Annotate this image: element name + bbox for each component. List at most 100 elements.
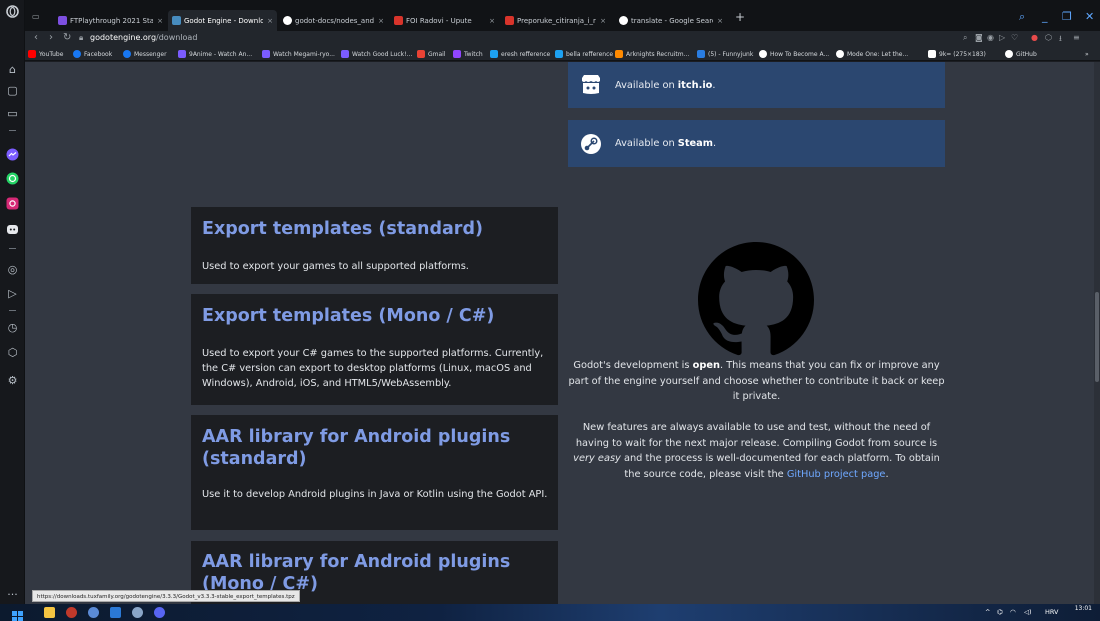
tab-1[interactable]: Godot Engine - Download ×	[168, 10, 277, 31]
whatsapp-icon[interactable]	[5, 171, 20, 186]
steam-button[interactable]: Available on Steam.	[568, 120, 945, 167]
bookmarks-more-button[interactable]: »	[1085, 49, 1089, 59]
bookmark-arknights[interactable]: Arknights Recruitm...	[615, 49, 689, 59]
tab-manager-icon[interactable]: ▭	[32, 12, 40, 21]
bookmark-modeone[interactable]: Mode One: Let the...	[836, 49, 908, 59]
network-icon[interactable]: ⌬	[997, 608, 1003, 616]
messenger-icon[interactable]	[5, 147, 20, 162]
chat-icon[interactable]: ▭	[5, 106, 20, 121]
tab-3[interactable]: FOI Radovi - Upute ×	[390, 10, 499, 31]
bookmark-heart-icon[interactable]: ♡	[1011, 33, 1018, 42]
more-icon[interactable]: ···	[5, 587, 20, 602]
tab-close-icon[interactable]: ×	[713, 17, 723, 25]
bookmark-bella[interactable]: bella refference	[555, 49, 613, 59]
download-aar-standard[interactable]: AAR library for Android plugins (standar…	[191, 415, 558, 530]
bookmark-9anime[interactable]: 9Anime - Watch An...	[178, 49, 252, 59]
download-export-templates-mono[interactable]: Export templates (Mono / C#) Used to exp…	[191, 294, 558, 405]
bookmark-howto[interactable]: How To Become A...	[759, 49, 829, 59]
arknights-icon	[615, 50, 623, 58]
instagram-icon[interactable]	[5, 196, 20, 211]
search-tabs-icon[interactable]: ⌕	[1019, 10, 1025, 24]
twitter-icon	[490, 50, 498, 58]
github-project-link[interactable]: GitHub project page	[787, 469, 886, 480]
godot-favicon-icon	[172, 16, 181, 25]
file-icon	[928, 50, 936, 58]
opera-menu-icon[interactable]	[5, 4, 20, 19]
bookmark-github[interactable]: GitHub	[1005, 49, 1037, 59]
bookmark-megami[interactable]: Watch Megami-ryo...	[262, 49, 335, 59]
itchio-button[interactable]: Available on itch.io.	[568, 62, 945, 108]
settings-icon[interactable]: ⚙	[5, 373, 20, 388]
tray-expand-icon[interactable]: ^	[985, 608, 990, 616]
tab-close-icon[interactable]: ×	[263, 17, 273, 25]
bookmark-goodluck[interactable]: Watch Good Luck!...	[341, 49, 412, 59]
extensions-icon[interactable]: ⬡	[1045, 33, 1052, 42]
github-logo-icon	[698, 242, 814, 356]
download-title: AAR library for Android plugins (Mono / …	[202, 552, 511, 594]
bookmark-label: bella refference	[566, 50, 614, 58]
page-scrollbar[interactable]	[1094, 62, 1100, 604]
github-icon	[1005, 50, 1013, 58]
text-segment: .	[885, 468, 889, 480]
godot-taskbar-icon[interactable]	[132, 607, 143, 618]
extension-icon[interactable]: ●	[1031, 33, 1038, 42]
bookmark-messenger[interactable]: Messenger	[123, 49, 167, 59]
scrollbar-thumb[interactable]	[1095, 292, 1099, 382]
back-icon[interactable]: ‹	[34, 32, 38, 43]
flow-icon[interactable]: ▷	[5, 286, 20, 301]
bookmark-facebook[interactable]: Facebook	[73, 49, 112, 59]
wifi-icon[interactable]: ◠	[1010, 608, 1016, 616]
download-export-templates-standard[interactable]: Export templates (standard) Used to expo…	[191, 207, 558, 284]
history-icon[interactable]: ◷	[5, 320, 20, 335]
opera-taskbar-icon[interactable]	[66, 607, 77, 618]
file-explorer-icon[interactable]	[44, 607, 55, 618]
bookmark-gmail[interactable]: Gmail	[417, 49, 446, 59]
reload-icon[interactable]: ↻	[63, 32, 71, 43]
tab-close-icon[interactable]: ×	[153, 17, 163, 25]
url-domain: godotengine.org	[90, 33, 157, 42]
word-icon[interactable]	[110, 607, 121, 618]
tab-close-icon[interactable]: ×	[374, 17, 384, 25]
app-taskbar-icon[interactable]	[88, 607, 99, 618]
play-icon	[262, 50, 270, 58]
url-field[interactable]: godotengine.org/download	[90, 33, 197, 42]
tab-close-icon[interactable]: ×	[485, 17, 495, 25]
search-icon[interactable]: ⌕	[963, 33, 967, 43]
bookmark-eresh[interactable]: eresh refference	[490, 49, 550, 59]
tab-5[interactable]: translate - Google Search ×	[615, 10, 727, 31]
windows-start-icon[interactable]	[12, 607, 23, 621]
discord-taskbar-icon[interactable]	[154, 607, 165, 618]
snapshot-icon[interactable]: ◙	[975, 33, 983, 42]
tab-2[interactable]: godot-docs/nodes_and_sc ×	[279, 10, 388, 31]
tab-close-icon[interactable]: ×	[596, 17, 606, 25]
itchio-icon	[579, 73, 603, 97]
tab-0[interactable]: FTPlaythrough 2021 Starte ×	[54, 10, 167, 31]
store-prefix: Available on	[615, 79, 678, 91]
language-indicator[interactable]: HRV	[1045, 608, 1059, 616]
close-window-icon[interactable]: ✕	[1085, 10, 1094, 23]
extensions-icon[interactable]: ⬡	[5, 345, 20, 360]
new-tab-button[interactable]: +	[735, 10, 745, 24]
speed-dial-icon[interactable]: ⌂	[5, 62, 20, 77]
vpn-icon[interactable]: ◉	[987, 33, 994, 42]
forward-icon[interactable]: ›	[49, 32, 53, 43]
easy-setup-icon[interactable]: ≡	[1073, 33, 1080, 42]
bookmark-label: eresh refference	[501, 50, 551, 58]
lock-icon[interactable]: 🔒︎	[79, 33, 83, 43]
player-icon[interactable]: ◎	[5, 262, 20, 277]
download-icon[interactable]: ⭳	[1059, 33, 1062, 47]
bookmark-label: 9k= (275×183)	[939, 50, 986, 58]
player-icon[interactable]: ▷	[999, 33, 1005, 42]
discord-icon[interactable]	[5, 222, 20, 237]
bookmark-funnyjunk[interactable]: (5) - Funnyjunk	[697, 49, 753, 59]
minimize-icon[interactable]: _	[1042, 10, 1048, 23]
volume-icon[interactable]: ◁)	[1024, 608, 1032, 616]
download-description: Used to export your C# games to the supp…	[202, 348, 544, 389]
tab-4[interactable]: Preporuke_citiranja_i_refere ×	[501, 10, 610, 31]
bookmark-youtube[interactable]: YouTube	[28, 49, 63, 59]
bookmark-9k[interactable]: 9k= (275×183)	[928, 49, 986, 59]
bookmark-twitch[interactable]: Twitch	[453, 49, 483, 59]
maximize-icon[interactable]: ❐	[1062, 10, 1072, 23]
bag-icon[interactable]: ▢	[5, 83, 20, 98]
taskbar-clock[interactable]: 13:01	[1075, 605, 1092, 612]
